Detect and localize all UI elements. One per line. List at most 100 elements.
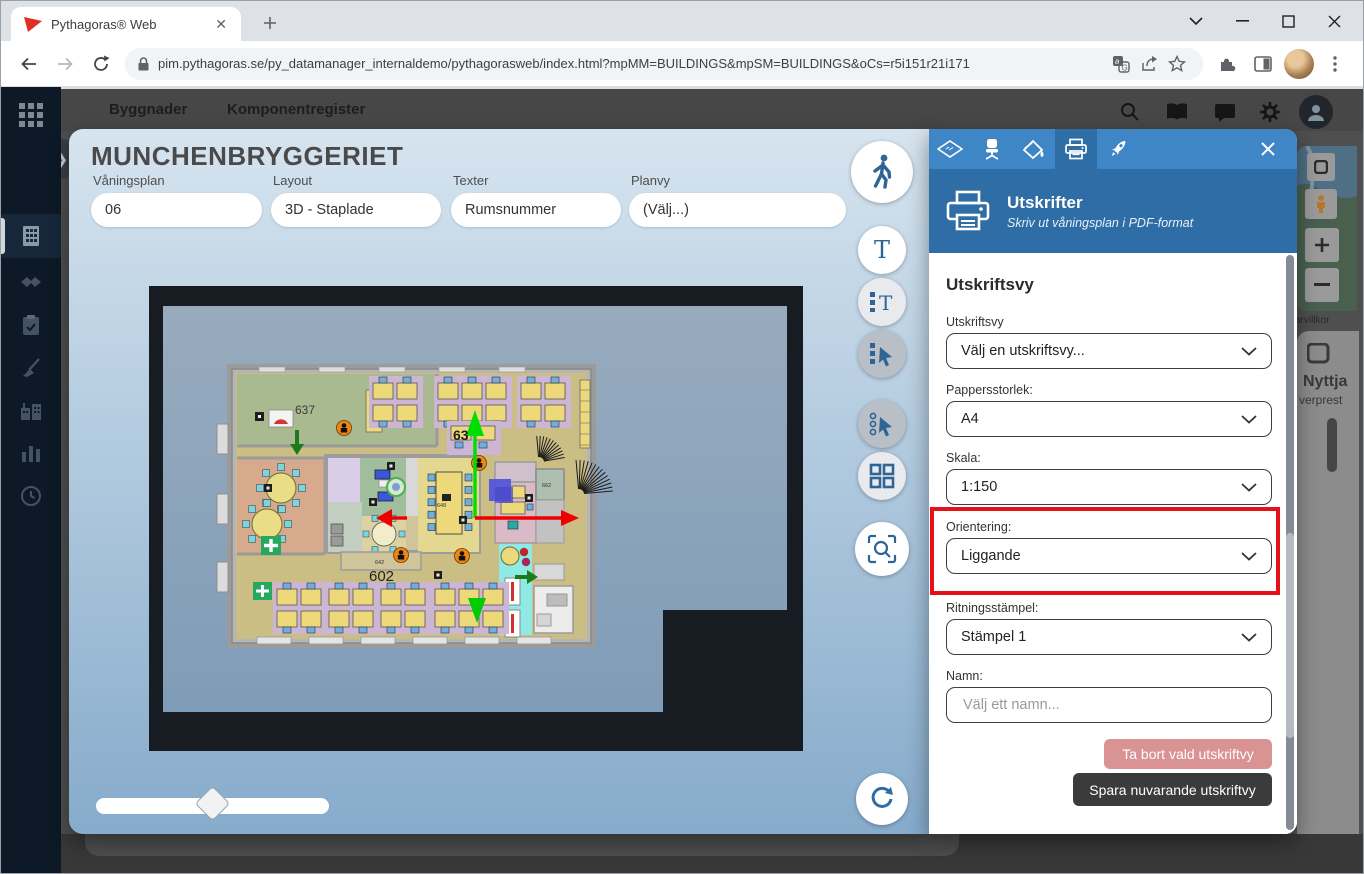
browser-chevron-button[interactable] — [1173, 1, 1219, 41]
panel-scrollbar-thumb[interactable] — [1286, 533, 1294, 738]
back-button[interactable] — [13, 48, 45, 80]
bookmark-star-icon[interactable] — [1163, 50, 1191, 78]
save-printview-button[interactable]: Spara nuvarande utskriftvy — [1073, 773, 1272, 806]
zoom-slider-thumb[interactable] — [195, 786, 230, 821]
grid-squares-icon — [869, 463, 895, 489]
building-title: MUNCHENBRYGGERIET — [91, 141, 403, 172]
zoom-selection-tool-button[interactable] — [855, 522, 909, 576]
apps-grid-icon — [18, 102, 44, 128]
map-terms-text[interactable]: arvillkor — [1295, 315, 1329, 326]
tab-fill-color[interactable] — [1013, 129, 1055, 169]
svg-text:T: T — [879, 291, 893, 314]
building-icon — [21, 225, 41, 247]
sidebar-apps-grid-button[interactable] — [1, 93, 61, 137]
select-items-tool-button[interactable] — [858, 400, 906, 448]
select-list-tool-button[interactable] — [858, 330, 906, 378]
factory-icon — [20, 400, 42, 420]
map-pegman-button[interactable] — [1305, 189, 1337, 219]
clipboard-icon — [22, 314, 40, 336]
map-expand-button[interactable] — [1307, 153, 1335, 181]
browser-toolbar: pim.pythagoras.se/py_datamanager_interna… — [1, 41, 1363, 87]
tab-actions[interactable] — [1097, 129, 1139, 169]
chat-icon[interactable] — [1213, 101, 1237, 125]
label-skala: Skala: — [946, 451, 981, 465]
background-list-card: Nyttja verprest d — [1297, 331, 1359, 866]
tab-close-icon[interactable]: ✕ — [211, 16, 231, 33]
forward-button[interactable] — [49, 48, 81, 80]
translate-icon[interactable]: aG — [1107, 50, 1135, 78]
ritningsstampel-select[interactable]: Stämpel 1 — [946, 619, 1272, 655]
browser-profile-avatar[interactable] — [1284, 49, 1314, 79]
left-sidebar — [1, 87, 61, 873]
map-zoom-in-button[interactable] — [1305, 228, 1339, 262]
browser-tab[interactable]: Pythagoras® Web ✕ — [11, 7, 241, 41]
share-icon[interactable] — [1135, 50, 1163, 78]
nav-komponentregister[interactable]: Komponentregister — [227, 101, 365, 118]
search-icon[interactable] — [1119, 101, 1143, 125]
floorplan-dialog: MUNCHENBRYGGERIET Våningsplan 06 Layout … — [69, 129, 929, 834]
browser-titlebar: Pythagoras® Web ✕ — [1, 1, 1363, 41]
tab-furniture[interactable] — [971, 129, 1013, 169]
sidebar-item-tasks[interactable] — [1, 303, 61, 347]
texter-select[interactable]: Rumsnummer — [451, 193, 621, 227]
broom-icon — [20, 357, 42, 379]
label-pappersstorlek: Pappersstorlek: — [946, 383, 1033, 397]
sidebar-item-statistics[interactable] — [1, 431, 61, 475]
grid-view-tool-button[interactable] — [858, 452, 906, 500]
panel-subtitle: Skriv ut våningsplan i PDF-format — [1007, 216, 1193, 230]
vaningsplan-select[interactable]: 06 — [91, 193, 262, 227]
layout-select[interactable]: 3D - Staplade — [271, 193, 441, 227]
skala-select[interactable]: 1:150 — [946, 469, 1272, 505]
side-panel-icon[interactable] — [1248, 49, 1278, 79]
tab-print[interactable] — [1055, 129, 1097, 169]
panel-scrollbar[interactable] — [1286, 255, 1294, 830]
room-label: 637 — [295, 403, 315, 417]
orientering-select[interactable]: Liggande — [946, 538, 1272, 574]
card-scrollbar[interactable] — [1327, 418, 1337, 472]
map-zoom-out-button[interactable] — [1305, 268, 1339, 302]
maximize-button[interactable] — [1265, 1, 1311, 41]
field-label-planvy: Planvy — [631, 173, 670, 188]
bar-chart-icon — [20, 443, 42, 463]
text-tool-button[interactable]: T — [858, 226, 906, 274]
reload-button[interactable] — [85, 48, 117, 80]
chevron-down-icon — [1241, 347, 1257, 356]
nav-byggnader[interactable]: Byggnader — [109, 101, 187, 118]
card-expand-icon — [1307, 343, 1331, 367]
new-tab-button[interactable] — [257, 10, 283, 36]
orientering-value: Liggande — [961, 548, 1021, 564]
label-orientering: Orientering: — [946, 520, 1011, 534]
utskriftsvy-select[interactable]: Välj en utskriftsvy... — [946, 333, 1272, 369]
panel-close-button[interactable] — [1253, 134, 1283, 164]
reset-rotation-button[interactable] — [856, 773, 908, 825]
floorplan-canvas[interactable]: 63763602662648642 — [149, 286, 803, 751]
printer-icon — [1064, 138, 1088, 160]
label-namn: Namn: — [946, 669, 983, 683]
sidebar-item-time[interactable] — [1, 474, 61, 518]
sidebar-item-cleaning[interactable] — [1, 346, 61, 390]
address-bar[interactable]: pim.pythagoras.se/py_datamanager_interna… — [125, 48, 1203, 80]
list-cursor-icon — [868, 341, 896, 367]
browser-menu-kebab-icon[interactable] — [1320, 49, 1350, 79]
gear-icon[interactable] — [1259, 101, 1283, 125]
sidebar-item-properties[interactable] — [1, 388, 61, 432]
pappersstorlek-select[interactable]: A4 — [946, 401, 1272, 437]
book-icon[interactable] — [1165, 101, 1189, 125]
planvy-select[interactable]: (Välj...) — [629, 193, 846, 227]
tab-3d-view[interactable] — [929, 129, 971, 169]
extensions-puzzle-icon[interactable] — [1212, 49, 1242, 79]
sidebar-selected-indicator — [1, 218, 5, 254]
minimize-button[interactable] — [1219, 1, 1265, 41]
sidebar-item-agreements[interactable] — [1, 260, 61, 304]
walk-mode-button[interactable] — [851, 141, 913, 203]
background-map-card — [1297, 146, 1357, 311]
close-window-button[interactable] — [1311, 1, 1357, 41]
multi-text-tool-button[interactable]: T — [858, 278, 906, 326]
text-tool-icon: T — [874, 236, 890, 264]
namn-input[interactable] — [961, 696, 1257, 714]
delete-printview-button[interactable]: Ta bort vald utskriftvy — [1104, 739, 1272, 769]
sidebar-item-buildings[interactable] — [1, 214, 61, 258]
panel-title: Utskrifter — [1007, 193, 1193, 213]
paint-bucket-icon — [1021, 138, 1047, 160]
app-user-avatar[interactable] — [1299, 95, 1333, 129]
